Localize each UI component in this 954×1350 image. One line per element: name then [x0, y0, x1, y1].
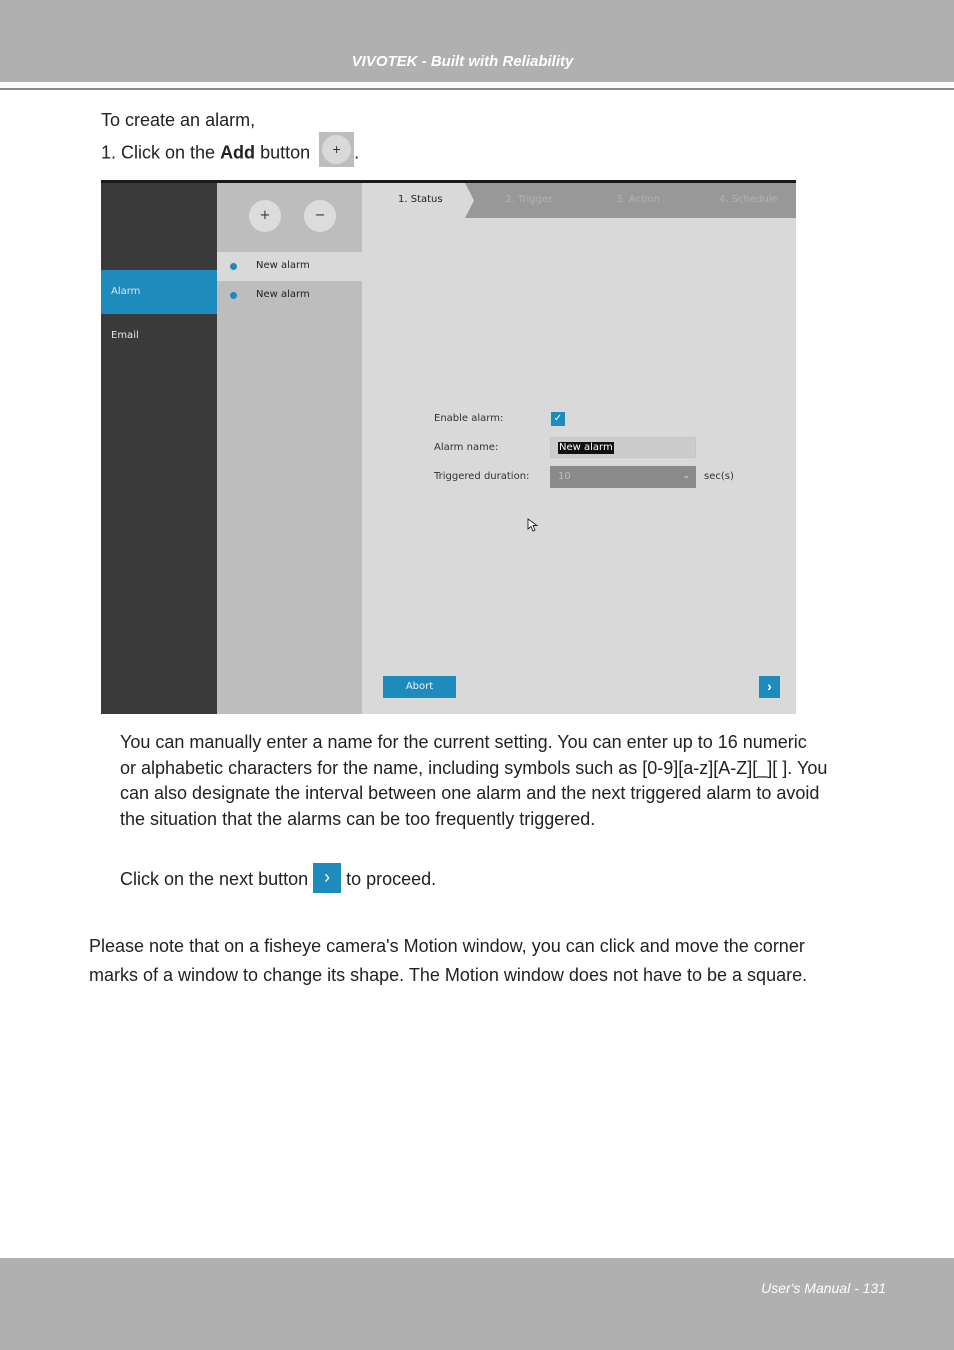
alarm-list-item-label: New alarm [256, 289, 310, 300]
header-title: VIVOTEK - Built with Reliability [351, 53, 574, 70]
status-dot-icon [230, 263, 237, 270]
step-1-bold: Add [220, 142, 256, 163]
intro-line: To create an alarm, [101, 110, 256, 130]
step-status-label: 1. Status [398, 194, 443, 205]
duration-value: 10 [558, 471, 571, 482]
status-dot-icon [230, 292, 237, 299]
sidebar-item-email[interactable]: Email [101, 314, 217, 358]
paragraph-line: Please note that on a fisheye camera's M… [89, 936, 805, 956]
paragraph-line: can also designate the interval between … [120, 783, 820, 803]
step-1-end: . [354, 142, 360, 163]
next-button[interactable]: › [759, 676, 780, 698]
next-instruction: Click on the next button › to proceed. [120, 863, 437, 895]
plus-icon: + [322, 135, 352, 164]
step-action-tab[interactable]: 3. Action [616, 194, 660, 205]
sidebar-item-alarm[interactable]: Alarm [101, 270, 217, 314]
abort-button[interactable]: Abort [383, 676, 456, 698]
paragraph-line: or alphabetic characters for the name, i… [120, 758, 828, 778]
add-alarm-button[interactable]: + [249, 200, 281, 232]
paragraph-line: the situation that the alarms can be too… [120, 809, 596, 829]
duration-unit: sec(s) [704, 471, 734, 482]
remove-alarm-button[interactable]: − [304, 200, 336, 232]
header-divider [0, 88, 954, 90]
page-header: VIVOTEK - Built with Reliability [0, 0, 954, 82]
alarm-name-label: Alarm name: [434, 442, 499, 453]
screenshot-top-border [101, 180, 796, 183]
sidebar: Alarm Email [101, 180, 217, 714]
step-schedule-tab[interactable]: 4. Schedule [719, 194, 778, 205]
paragraph-line: marks of a window to change its shape. T… [89, 965, 808, 985]
alarm-name-input[interactable]: New alarm [550, 437, 696, 458]
wizard-steps: 1. Status 2. Trigger 3. Action 4. Schedu… [362, 183, 796, 218]
mouse-cursor-icon [527, 518, 539, 532]
paragraph-line: You can manually enter a name for the cu… [120, 732, 807, 752]
alarm-list-item-label: New alarm [256, 260, 310, 271]
next-button-illustration: › [313, 863, 342, 893]
enable-alarm-label: Enable alarm: [434, 413, 504, 424]
step-1-suffix: button [255, 142, 311, 163]
triggered-duration-select[interactable]: 10 ⌄ [550, 466, 696, 488]
chevron-down-icon: ⌄ [682, 470, 690, 480]
alarm-settings-screenshot: Alarm Email + − New alarm New alarm 1. S… [101, 180, 796, 714]
enable-alarm-checkbox[interactable]: ✓ [551, 412, 565, 426]
step-trigger-tab[interactable]: 2. Trigger [505, 194, 552, 205]
page-footer: User's Manual - 131 [0, 1258, 954, 1350]
alarm-list-item[interactable]: New alarm [217, 252, 362, 281]
step-1-prefix: 1. Click on the [101, 142, 221, 163]
step-1-instruction: 1. Click on the Add button +. [101, 132, 360, 171]
alarm-list-panel: + − New alarm New alarm [217, 180, 362, 714]
page-number: User's Manual - 131 [761, 1280, 886, 1296]
check-icon: ✓ [553, 413, 563, 424]
alarm-name-value: New alarm [558, 442, 614, 454]
triggered-duration-label: Triggered duration: [434, 471, 530, 482]
next-instruction-prefix: Click on the next button [120, 868, 314, 889]
add-button-illustration: + [319, 132, 355, 167]
alarm-list-item[interactable]: New alarm [217, 281, 362, 310]
next-instruction-suffix: to proceed. [341, 868, 437, 889]
